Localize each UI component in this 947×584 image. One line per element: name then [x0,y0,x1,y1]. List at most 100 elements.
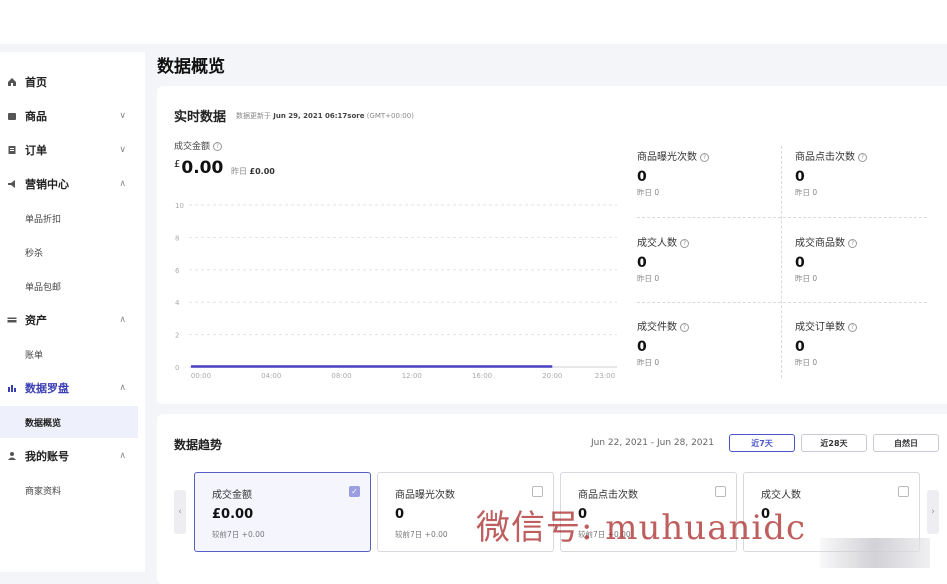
checkbox[interactable] [715,486,726,497]
date-range[interactable]: Jun 22, 2021 - Jun 28, 2021 [591,438,714,448]
stat-value: 0 [795,339,805,355]
chevron-up-icon: ∧ [119,383,126,393]
x-tick-label: 12:00 [402,372,422,380]
sidebar-item-orders[interactable]: 订单 ∨ [0,134,138,166]
stat-label: 成交商品数? [795,234,935,249]
trend-card-label: 商品点击次数 [578,490,638,501]
order-icon [7,145,17,155]
x-tick-label: 20:00 [542,372,562,380]
y-tick-label: 6 [175,267,180,275]
checkbox[interactable] [898,486,909,497]
trend-card-label: 成交人数 [761,490,801,501]
bar-chart-icon [7,383,17,393]
x-tick-label: 23:00 [595,372,615,380]
y-tick-label: 10 [175,202,184,210]
x-tick-label: 04:00 [261,372,281,380]
stat-yesterday: 昨日 0 [637,274,660,283]
realtime-line-chart: 0 2 4 6 8 10 00:00 04:00 08:00 12:00 16:00 20:00 23:… [175,202,617,380]
stat-label: 成交件数? [637,318,777,333]
stat-yesterday: 昨日 0 [637,358,660,367]
natural-day-button[interactable]: 自然日 [873,434,939,452]
x-tick-label: 08:00 [331,372,351,380]
stat-label-text: 成交人数 [637,238,677,249]
wallet-icon [7,315,17,325]
stat-value: 0 [637,169,647,185]
info-icon[interactable]: ? [680,239,689,248]
page-title: 数据概览 [157,57,225,77]
trend-card-compare: 较前7日 +0.00 [212,530,265,539]
chevron-up-icon: ∧ [119,451,126,461]
trend-card-value: 0 [395,507,405,522]
last-28-days-button[interactable]: 近28天 [801,434,867,452]
blurred-region [820,538,930,568]
stat-yesterday: 昨日 0 [795,358,818,367]
home-icon [7,77,17,87]
prev-arrow-button[interactable]: ‹ [174,490,186,534]
product-icon [7,111,17,121]
stat-value: 0 [637,255,647,271]
stat-buyers: 成交人数? 0 昨日 0 [637,234,777,314]
stat-value: 0 [795,169,805,185]
stat-yesterday: 昨日 0 [637,188,660,197]
next-arrow-button[interactable]: › [927,490,939,534]
stat-label-text: 商品曝光次数 [637,152,697,163]
chevron-down-icon: ∨ [119,111,126,121]
y-tick-label: 8 [175,234,179,242]
watermark: 微信号: muhuanidc [476,508,807,548]
trend-card-compare: 较前7日 +0.00 [395,530,448,539]
sidebar-item-assets[interactable]: 资产 ∧ [0,304,138,336]
checkbox[interactable] [532,486,543,497]
stat-clicks: 商品点击次数? 0 昨日 0 [795,148,935,228]
stat-label: 成交订单数? [795,318,935,333]
sidebar-item-label: 数据罗盘 [25,382,69,395]
stat-items-sold: 成交件数? 0 昨日 0 [637,318,777,398]
stat-value: 0 [795,255,805,271]
sidebar-subitem-merchant-profile[interactable]: 商家资料 [0,474,138,506]
info-icon[interactable]: ? [848,323,857,332]
stat-label-text: 商品点击次数 [795,152,855,163]
info-icon[interactable]: ? [848,239,857,248]
sidebar-subitem-bills[interactable]: 账单 [0,338,138,370]
sidebar-item-home[interactable]: 首页 [0,66,138,98]
sidebar-subitem-data-overview[interactable]: 数据概览 [0,406,138,438]
info-icon[interactable]: ? [700,153,709,162]
y-tick-label: 4 [175,299,180,307]
sidebar-item-data-compass[interactable]: 数据罗盘 ∧ [0,372,138,404]
x-tick-label: 16:00 [472,372,492,380]
info-icon[interactable]: ? [858,153,867,162]
sidebar-item-label: 营销中心 [25,178,69,191]
sidebar-item-label: 资产 [25,314,47,327]
stat-products-sold: 成交商品数? 0 昨日 0 [795,234,935,314]
stats-vertical-divider [781,146,782,378]
stat-label-text: 成交商品数 [795,238,845,249]
stat-label-text: 成交件数 [637,322,677,333]
y-tick-label: 2 [175,332,179,340]
realtime-card: 实时数据 数据更新于 Jun 29, 2021 06:17sore (GMT+0… [157,86,947,404]
chevron-up-icon: ∧ [119,179,126,189]
sidebar-item-my-account[interactable]: 我的账号 ∧ [0,440,138,472]
chevron-down-icon: ∨ [119,145,126,155]
trend-title: 数据趋势 [174,438,223,452]
megaphone-icon [7,179,17,189]
sidebar-subitem-free-shipping[interactable]: 单品包邮 [0,270,138,302]
trend-card-label: 商品曝光次数 [395,490,455,501]
sidebar-item-label: 商品 [25,110,47,123]
sidebar-subitem-discount[interactable]: 单品折扣 [0,202,138,234]
info-icon[interactable]: ? [680,323,689,332]
x-tick-label: 00:00 [191,372,211,380]
stat-orders: 成交订单数? 0 昨日 0 [795,318,935,398]
sidebar-subitem-flash-sale[interactable]: 秒杀 [0,236,138,268]
checkbox[interactable]: ✓ [349,486,360,497]
stat-yesterday: 昨日 0 [795,188,818,197]
last-7-days-button[interactable]: 近7天 [729,434,795,452]
user-icon [7,451,17,461]
sidebar-item-label: 我的账号 [25,450,69,463]
stat-yesterday: 昨日 0 [795,274,818,283]
trend-card-label: 成交金额 [212,490,252,501]
trend-card-sales[interactable]: 成交金额 £0.00 较前7日 +0.00 ✓ [194,472,371,552]
sidebar: 首页 商品 ∨ 订单 ∨ 营销中心 ∧ 单品折扣 秒杀 单品包邮 资产 ∧ 账单 [0,52,145,572]
sidebar-item-products[interactable]: 商品 ∨ [0,100,138,132]
top-bar [0,0,947,44]
sidebar-item-marketing[interactable]: 营销中心 ∧ [0,168,138,200]
stat-label: 商品点击次数? [795,148,935,163]
